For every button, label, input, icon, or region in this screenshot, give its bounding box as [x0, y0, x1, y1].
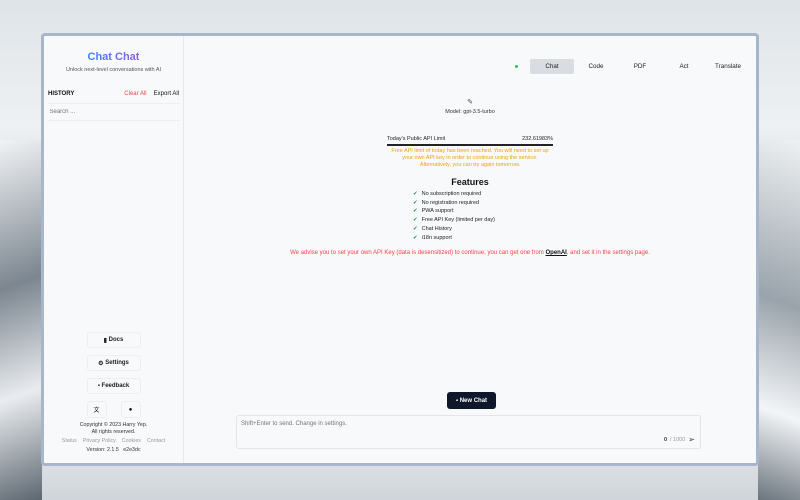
privacy-link[interactable]: Privacy Policy: [83, 438, 116, 444]
features-list: ✔ No subscription required ✔ No registrati…: [395, 190, 545, 242]
openai-link[interactable]: OpenAI: [545, 250, 566, 256]
history-header: HISTORY Clear All Export All: [44, 91, 183, 97]
api-limit-value: 232.61983%: [522, 136, 553, 142]
theme-toggle-button[interactable]: ●: [120, 401, 141, 418]
background-mountain: [0, 140, 42, 500]
tab-code[interactable]: Code: [574, 59, 618, 74]
message-input[interactable]: [237, 416, 700, 436]
status-link[interactable]: Status: [62, 438, 77, 444]
features-title: Features: [451, 177, 489, 187]
rights: All rights reserved.: [91, 429, 136, 435]
export-all-button[interactable]: Export All: [154, 91, 179, 97]
pencil-icon[interactable]: ✎: [467, 98, 473, 106]
check-icon: ✔: [413, 225, 418, 232]
list-item: ✔ Chat History: [413, 225, 452, 232]
app-tagline: Unlock next-level conversations with AI: [65, 67, 162, 73]
docs-button[interactable]: ▮ Docs: [86, 332, 141, 348]
tab-chat[interactable]: Chat: [530, 59, 574, 74]
message-composer: 0/ 1000➢: [236, 415, 701, 449]
api-limit-label: Today's Public API Limit: [387, 136, 446, 142]
char-counter: 0/ 1000 ➢: [663, 435, 695, 444]
list-item: ✔ No registration required: [413, 199, 480, 206]
tab-pdf[interactable]: PDF: [618, 59, 662, 74]
cookies-link[interactable]: Cookies: [122, 438, 141, 444]
new-chat-button[interactable]: ▪ New Chat: [447, 392, 496, 409]
version: Version: 2.1.5 e2e3dc: [86, 447, 141, 453]
check-icon: ✔: [413, 191, 418, 197]
api-key-advice: We advise you to set your own API Key (d…: [290, 250, 650, 257]
contact-link[interactable]: Contact: [147, 438, 165, 444]
welcome-panel: ✎ Model: gpt-3.5-turbo Today's Public AP…: [184, 98, 756, 256]
status-dot-icon: [515, 65, 518, 68]
copyright: Copyright © 2023 Harry Yep.: [79, 422, 148, 428]
sun-icon: ●: [128, 406, 133, 413]
gear-icon: ⚙: [98, 360, 106, 367]
clear-all-button[interactable]: Clear All: [124, 91, 146, 97]
mode-tabs: Chat Code PDF Act Translate: [515, 58, 750, 75]
list-item: ✔ Free API Key (limited per day): [413, 217, 495, 224]
feedback-button[interactable]: ▪ Feedback: [86, 378, 141, 394]
background-mountain: [758, 140, 800, 500]
sidebar-footer: ▮ Docs ⚙ Settings ▪ Feedback 文 ● Copyrig…: [44, 332, 183, 453]
sidebar: Chat Chat Unlock next-level conversation…: [44, 36, 184, 463]
list-item: ✔ No subscription required: [413, 191, 482, 197]
check-icon: ✔: [413, 217, 418, 224]
settings-button[interactable]: ⚙ Settings: [86, 355, 141, 371]
check-icon: ✔: [413, 234, 418, 241]
language-button[interactable]: 文: [86, 401, 107, 418]
main-panel: Chat Code PDF Act Translate ✎ Model: gpt…: [184, 36, 756, 463]
history-label: HISTORY: [48, 91, 75, 97]
tab-translate[interactable]: Translate: [706, 59, 750, 74]
app-window: Chat Chat Unlock next-level conversation…: [41, 33, 759, 466]
check-icon: ✔: [413, 199, 418, 206]
tab-act[interactable]: Act: [662, 59, 706, 74]
model-label: Model: gpt-3.5-turbo: [445, 109, 495, 115]
list-item: ✔ i18n support: [413, 234, 452, 241]
check-icon: ✔: [413, 208, 418, 215]
limit-warning: Free API limit of today has been reached…: [391, 148, 549, 168]
app-title: Chat Chat: [87, 51, 140, 63]
footer-links: Status Privacy Policy Cookies Contact: [62, 438, 165, 444]
api-limit-bar: Today's Public API Limit 232.61983%: [387, 136, 553, 146]
history-search-input[interactable]: [47, 103, 180, 121]
list-item: ✔ PWA support: [413, 208, 454, 215]
send-icon[interactable]: ➢: [688, 435, 695, 444]
translate-icon: 文: [93, 408, 100, 414]
